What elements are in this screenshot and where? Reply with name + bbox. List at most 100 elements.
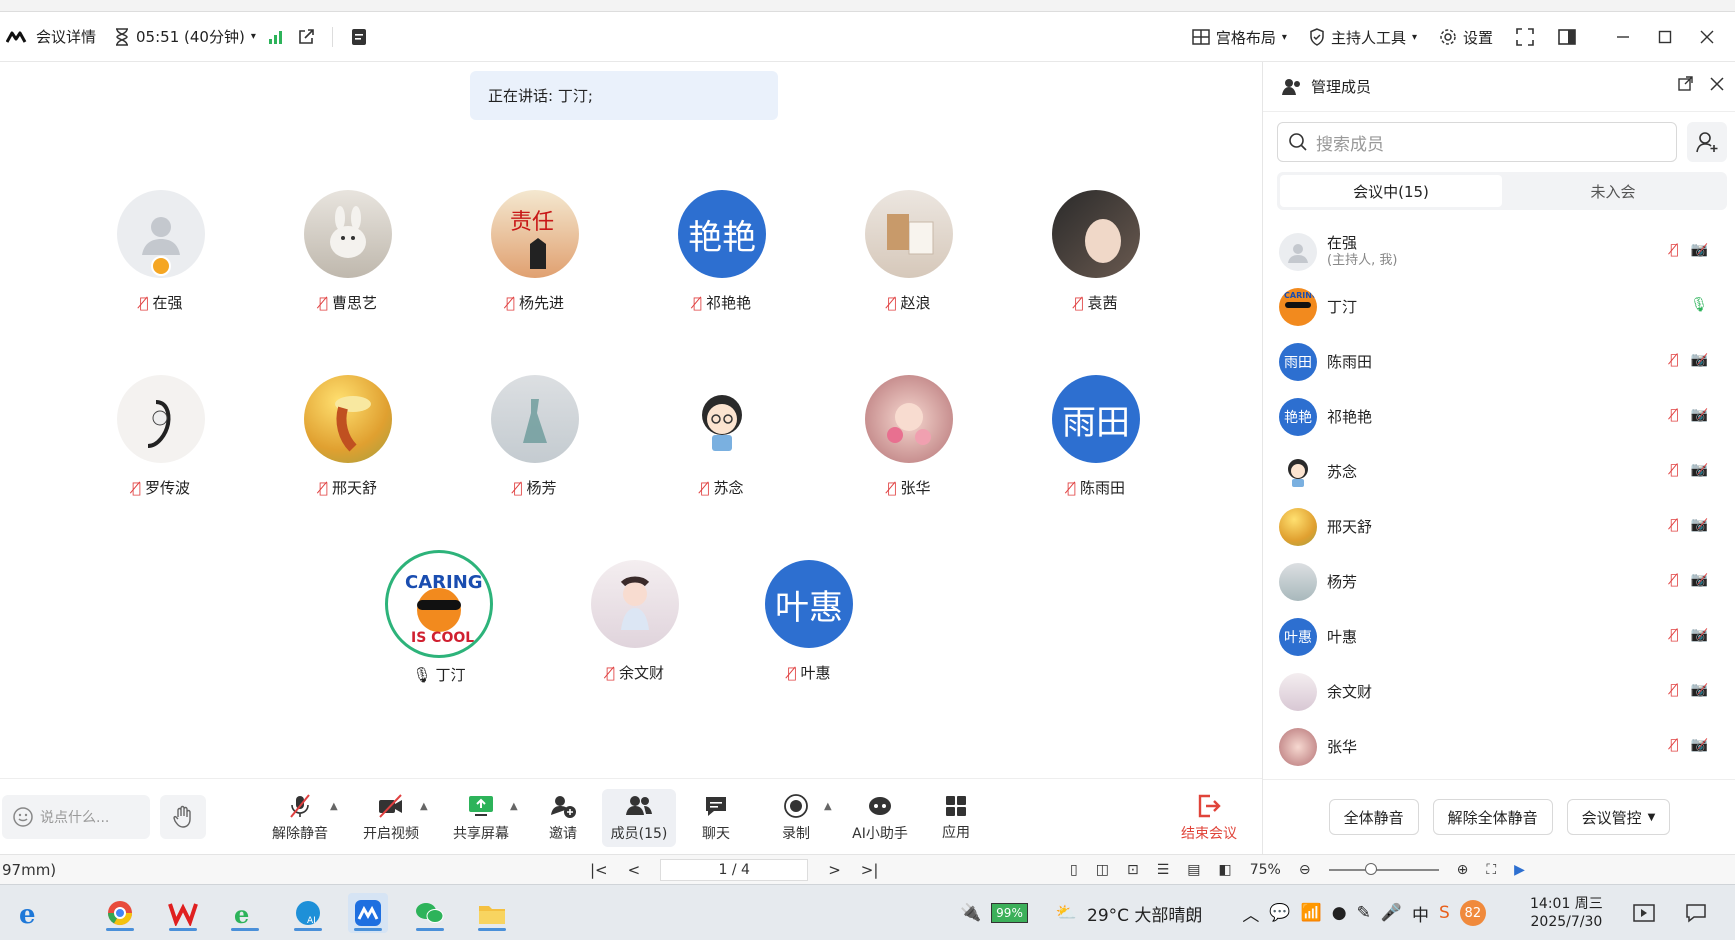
- list-item[interactable]: 雨田 陈雨田 🎙̸ 📷̸: [1263, 334, 1735, 389]
- zoom-slider-handle[interactable]: [1364, 863, 1377, 875]
- sogou-icon[interactable]: S: [1439, 903, 1450, 923]
- mic-muted-icon[interactable]: 🎙̸: [1670, 242, 1678, 258]
- chevron-up-icon[interactable]: ▲: [420, 801, 428, 812]
- sidebar-toggle-icon[interactable]: [1557, 27, 1577, 47]
- add-member-button[interactable]: [1687, 122, 1727, 162]
- zoom-level[interactable]: 75%: [1250, 862, 1281, 878]
- list-item[interactable]: 在强 (主持人, 我) 🎙̸ 📷̸: [1263, 224, 1735, 279]
- participant-tile[interactable]: 叶惠 🎙̸ 叶惠: [749, 560, 869, 683]
- participant-tile[interactable]: 🎙̸ 曹思艺: [288, 190, 408, 313]
- list-item[interactable]: 张华 🎙̸ 📷̸: [1263, 719, 1735, 774]
- camera-off-icon[interactable]: 📷̸: [1691, 517, 1708, 533]
- chat-input[interactable]: 说点什么...: [2, 795, 150, 839]
- meeting-timer[interactable]: 05:51 (40分钟) ▾: [114, 26, 256, 47]
- mic-active-icon[interactable]: 🎙: [1690, 297, 1708, 313]
- fullscreen-icon[interactable]: [1515, 27, 1535, 47]
- participant-tile[interactable]: 🎙̸ 杨芳: [475, 375, 595, 498]
- edge-browser-icon[interactable]: AI: [288, 893, 328, 933]
- first-page-icon[interactable]: |<: [590, 861, 608, 879]
- slideshow-icon[interactable]: ▶: [1514, 862, 1525, 878]
- participant-tile[interactable]: 🎙̸ 袁茜: [1036, 190, 1156, 313]
- participant-tile[interactable]: 🎙̸ 邢天舒: [288, 375, 408, 498]
- continuous-view-icon[interactable]: ☰: [1157, 862, 1170, 878]
- camera-off-icon[interactable]: 📷̸: [1691, 627, 1708, 643]
- tray-app-icon[interactable]: ●: [1332, 903, 1347, 923]
- members-button[interactable]: 成员(15): [602, 789, 676, 847]
- wifi-icon[interactable]: 📶: [1301, 903, 1322, 923]
- participant-tile[interactable]: 🎙̸ 赵浪: [849, 190, 969, 313]
- meeting-details-button[interactable]: 会议详情: [6, 26, 96, 47]
- ai-assistant-button[interactable]: AI小助手: [848, 789, 912, 847]
- camera-off-icon[interactable]: 📷̸: [1691, 407, 1708, 423]
- microphone-icon[interactable]: 🎤: [1381, 903, 1402, 923]
- camera-off-icon[interactable]: 📷̸: [1691, 462, 1708, 478]
- fit-width-icon[interactable]: ◫: [1096, 862, 1109, 878]
- pen-icon[interactable]: ✎: [1357, 903, 1371, 923]
- notes-icon[interactable]: [349, 27, 369, 47]
- participant-tile[interactable]: 🎙̸ 在强: [101, 190, 221, 313]
- prev-page-icon[interactable]: <: [628, 861, 641, 879]
- mic-muted-icon[interactable]: 🎙̸: [1670, 737, 1678, 753]
- chevron-up-icon[interactable]: ︿: [1242, 901, 1259, 926]
- system-clock[interactable]: 14:01 周三 2025/7/30: [1530, 895, 1603, 931]
- wechat-tray-icon[interactable]: 💬: [1269, 903, 1290, 923]
- mic-muted-icon[interactable]: 🎙̸: [1670, 407, 1678, 423]
- list-item[interactable]: 苏念 🎙̸ 📷̸: [1263, 444, 1735, 499]
- share-screen-button[interactable]: 共享屏幕: [448, 789, 514, 847]
- meeting-control-button[interactable]: 会议管控 ▼: [1566, 799, 1671, 835]
- chrome-browser-icon[interactable]: [100, 893, 140, 933]
- actual-size-icon[interactable]: ⊡: [1127, 862, 1139, 878]
- power-plug-icon[interactable]: 🔌: [960, 903, 981, 923]
- tencent-meeting-icon[interactable]: [348, 893, 388, 933]
- settings-button[interactable]: 设置: [1439, 27, 1493, 48]
- camera-off-icon[interactable]: 📷̸: [1691, 682, 1708, 698]
- green-browser-icon[interactable]: e: [225, 893, 265, 933]
- mic-muted-icon[interactable]: 🎙̸: [1670, 627, 1678, 643]
- close-icon[interactable]: [1709, 76, 1725, 96]
- layout-button[interactable]: 宫格布局 ▾: [1192, 27, 1287, 48]
- mic-muted-icon[interactable]: 🎙̸: [1670, 572, 1678, 588]
- unmute-all-button[interactable]: 解除全体静音: [1432, 799, 1553, 835]
- mic-muted-icon[interactable]: 🎙̸: [1670, 352, 1678, 368]
- tab-in-meeting[interactable]: 会议中(15): [1280, 175, 1502, 207]
- participant-tile[interactable]: 责任 🎙̸ 杨先进: [475, 190, 595, 313]
- maximize-icon[interactable]: [1655, 27, 1675, 47]
- invite-button[interactable]: 邀请: [540, 789, 586, 847]
- chevron-up-icon[interactable]: ▲: [510, 801, 518, 812]
- mic-muted-icon[interactable]: 🎙̸: [1670, 462, 1678, 478]
- mute-all-button[interactable]: 全体静音: [1328, 799, 1419, 835]
- tab-not-joined[interactable]: 未入会: [1502, 175, 1724, 207]
- zoom-slider[interactable]: [1328, 863, 1439, 875]
- wechat-icon[interactable]: [410, 893, 450, 933]
- chat-button[interactable]: 聊天: [692, 789, 740, 847]
- mic-muted-icon[interactable]: 🎙̸: [1670, 517, 1678, 533]
- start-video-button[interactable]: 开启视频: [358, 789, 424, 847]
- wps-office-icon[interactable]: [163, 893, 203, 933]
- member-search-input[interactable]: 搜索成员: [1277, 122, 1677, 162]
- mic-muted-icon[interactable]: 🎙̸: [1670, 682, 1678, 698]
- host-tools-button[interactable]: 主持人工具 ▾: [1309, 27, 1417, 48]
- camera-off-icon[interactable]: 📷̸: [1691, 737, 1708, 753]
- participant-tile-speaking[interactable]: CARING IS COOL 🎙 丁汀: [379, 550, 499, 685]
- input-method-indicator[interactable]: 中: [1412, 901, 1429, 926]
- participant-tile[interactable]: 🎙̸ 余文财: [575, 560, 695, 683]
- weather-icon[interactable]: ⛅: [1056, 903, 1077, 923]
- zoom-in-icon[interactable]: ⊕: [1457, 862, 1469, 878]
- list-item[interactable]: 余文财 🎙̸ 📷̸: [1263, 664, 1735, 719]
- apps-button[interactable]: 应用: [932, 789, 980, 847]
- next-page-icon[interactable]: >: [828, 861, 841, 879]
- ie-browser-icon[interactable]: e: [12, 893, 52, 933]
- page-indicator[interactable]: 1 / 4: [660, 859, 809, 881]
- share-link-icon[interactable]: [296, 27, 316, 47]
- camera-off-icon[interactable]: 📷̸: [1691, 352, 1708, 368]
- unmute-button[interactable]: 解除静音: [270, 789, 330, 847]
- last-page-icon[interactable]: >|: [861, 861, 879, 879]
- signal-strength-icon[interactable]: [266, 27, 286, 47]
- list-item[interactable]: 杨芳 🎙̸ 📷̸: [1263, 554, 1735, 609]
- two-page-icon[interactable]: ◧: [1218, 862, 1231, 878]
- battery-indicator[interactable]: 99%: [991, 903, 1028, 923]
- fit-page-icon[interactable]: ▯: [1070, 862, 1078, 878]
- notification-badge[interactable]: 82: [1459, 900, 1486, 926]
- list-item[interactable]: 艳艳 祁艳艳 🎙̸ 📷̸: [1263, 389, 1735, 444]
- popout-icon[interactable]: [1677, 76, 1693, 96]
